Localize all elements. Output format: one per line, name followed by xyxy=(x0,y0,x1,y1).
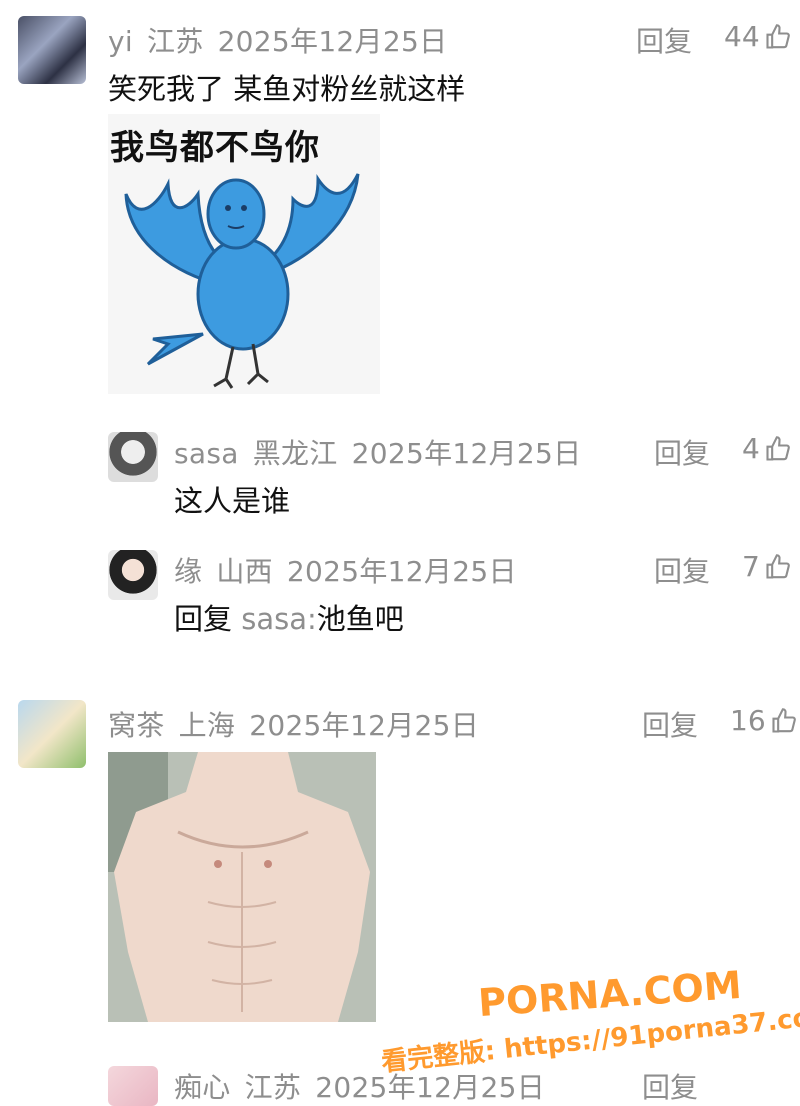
reply-button[interactable]: 回复 xyxy=(654,432,710,472)
username[interactable]: 缘 xyxy=(174,555,202,588)
avatar[interactable] xyxy=(108,1066,158,1106)
avatar[interactable] xyxy=(108,550,158,600)
location: 黑龙江 xyxy=(252,437,338,470)
like-button[interactable]: 7 xyxy=(742,550,792,583)
comment-meta: sasa 黑龙江 2025年12月25日 xyxy=(174,432,595,472)
comment-text: 回复 sasa:池鱼吧 xyxy=(174,596,404,638)
avatar[interactable] xyxy=(18,700,86,768)
location: 江苏 xyxy=(146,25,204,58)
meme-image[interactable]: 我鸟都不鸟你 xyxy=(108,114,380,394)
comment-meta: yi 江苏 2025年12月25日 xyxy=(108,20,461,60)
location: 山西 xyxy=(216,555,273,588)
like-button[interactable]: 4 xyxy=(742,432,792,465)
thumbs-up-icon xyxy=(766,435,790,461)
comment-meta: 窝茶 上海 2025年12月25日 xyxy=(108,704,493,744)
date: 2025年12月25日 xyxy=(315,1071,546,1104)
reply-button[interactable]: 回复 xyxy=(654,550,710,590)
thumbs-up-icon xyxy=(766,23,790,49)
username[interactable]: 窝茶 xyxy=(108,709,165,742)
date: 2025年12月25日 xyxy=(286,555,517,588)
username[interactable]: 痴心 xyxy=(174,1071,231,1104)
reply-prefix: 回复 xyxy=(174,602,233,636)
date: 2025年12月25日 xyxy=(351,437,582,470)
comment-meta: 缘山西 2025年12月25日 xyxy=(174,550,531,590)
thumbs-up-icon xyxy=(766,553,790,579)
avatar[interactable] xyxy=(18,16,86,84)
like-button[interactable]: 16 xyxy=(730,704,798,737)
like-count: 4 xyxy=(742,432,760,465)
torso-photo xyxy=(108,752,376,1022)
photo-image[interactable] xyxy=(108,752,376,1022)
location: 上海 xyxy=(178,709,236,742)
username[interactable]: yi xyxy=(108,25,133,58)
comment-meta: 痴心 江苏 2025年12月25日 xyxy=(174,1066,559,1106)
reply-button[interactable]: 回复 xyxy=(642,1066,698,1106)
reply-button[interactable]: 回复 xyxy=(636,20,692,60)
avatar[interactable] xyxy=(108,432,158,482)
reply-to-user[interactable]: sasa: xyxy=(241,602,317,636)
reply-button[interactable]: 回复 xyxy=(642,704,698,744)
like-count: 7 xyxy=(742,550,760,583)
date: 2025年12月25日 xyxy=(249,709,480,742)
comment-text: 笑死我了 某鱼对粉丝就这样 xyxy=(108,72,466,106)
meme-caption: 我鸟都不鸟你 xyxy=(110,128,320,168)
like-count: 44 xyxy=(724,20,760,53)
comment-text: 这人是谁 xyxy=(174,484,291,518)
like-button[interactable]: 44 xyxy=(724,20,792,53)
username[interactable]: sasa xyxy=(174,437,239,470)
location: 江苏 xyxy=(244,1071,302,1104)
thumbs-up-icon xyxy=(772,707,796,733)
date: 2025年12月25日 xyxy=(217,25,448,58)
bird-illustration xyxy=(124,173,360,389)
like-count: 16 xyxy=(730,704,766,737)
reply-body: 池鱼吧 xyxy=(316,602,404,636)
